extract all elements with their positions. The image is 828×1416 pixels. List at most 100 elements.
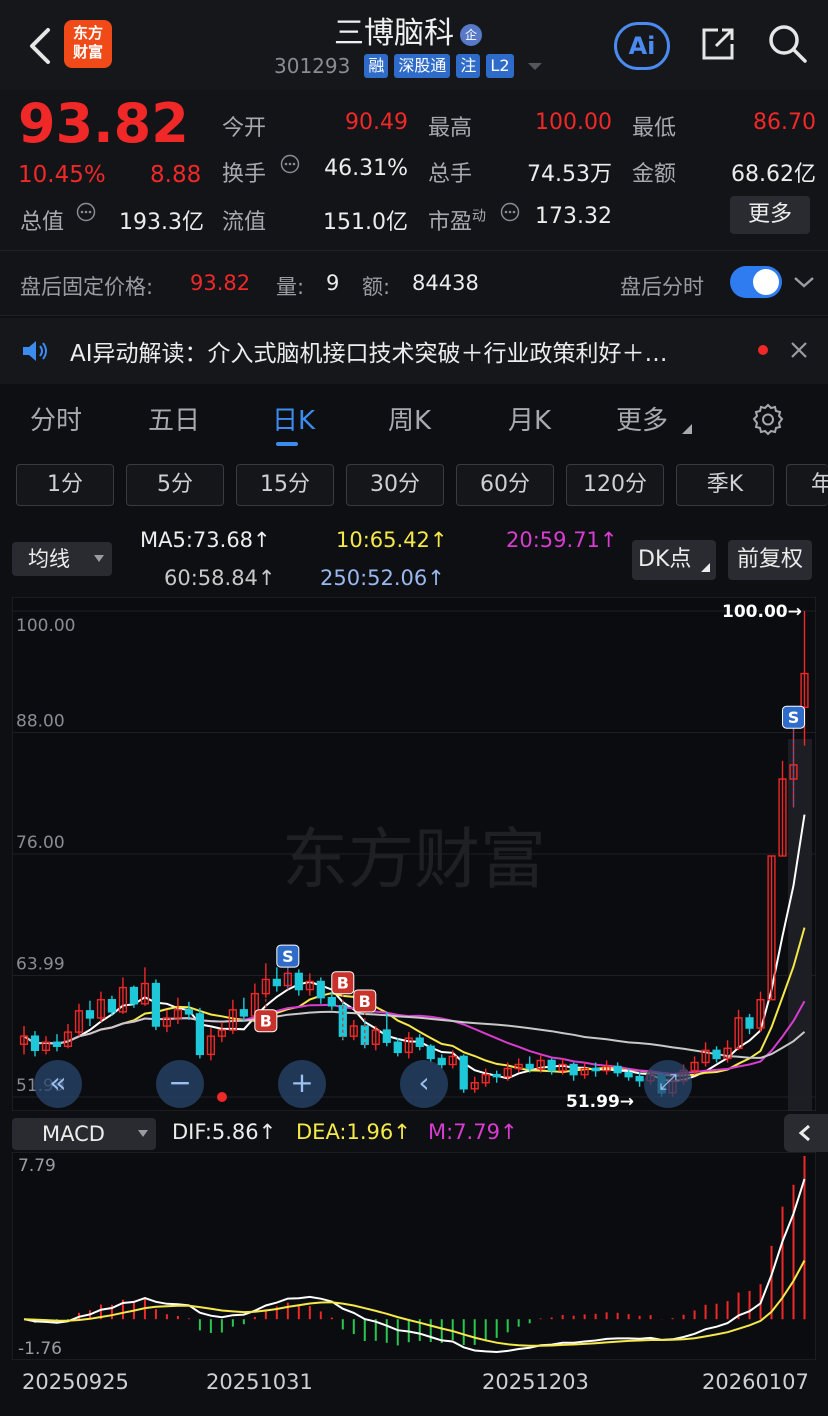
high-marker: 100.00→ <box>722 602 802 622</box>
period-15min[interactable]: 15分 <box>236 464 334 506</box>
volume-value: 74.53万 <box>527 162 612 187</box>
dea-value: DEA:1.96↑ <box>296 1120 411 1144</box>
candle-body <box>426 1045 435 1060</box>
candle-body <box>316 980 325 999</box>
open-label: 今开 <box>222 116 267 141</box>
date-label-2: 20251031 <box>206 1370 313 1394</box>
scroll-left-fast-button[interactable]: « <box>34 1060 82 1108</box>
candle-body <box>492 1073 501 1078</box>
m-value: M:7.79↑ <box>428 1120 518 1144</box>
collapse-panel-button[interactable] <box>784 1114 828 1152</box>
pe-label-sup: 动 <box>472 208 487 225</box>
info-dots-icon[interactable] <box>500 202 520 222</box>
indicator-selector[interactable]: 均线 <box>12 542 112 576</box>
tab-weekly-k[interactable]: 周K <box>388 400 431 437</box>
tab-monthly-k[interactable]: 月K <box>508 400 551 437</box>
candle-body <box>151 982 161 1027</box>
zoom-in-button[interactable]: + <box>278 1060 326 1108</box>
period-year-k[interactable]: 年 <box>786 464 828 506</box>
period-120min[interactable]: 120分 <box>566 464 664 506</box>
candle-body <box>195 1013 204 1056</box>
info-dots-icon[interactable] <box>76 202 96 222</box>
ai-insight-banner[interactable]: AI异动解读：介入式脑机接口技术突破＋行业政策利好＋… <box>0 318 828 384</box>
ma20-value: 20:59.71↑ <box>506 528 618 552</box>
stock-name: 三博脑科 <box>334 16 454 51</box>
after-amt-label: 额: <box>362 275 391 299</box>
after-qty-label: 量: <box>276 275 305 299</box>
open-value: 90.49 <box>345 110 408 135</box>
back-arrow-icon[interactable] <box>22 24 62 68</box>
y-tick-label: 76.00 <box>16 833 65 853</box>
red-dot <box>217 1092 227 1102</box>
after-price-value: 93.82 <box>190 271 251 295</box>
macd-y-bottom: -1.76 <box>18 1339 62 1359</box>
after-qty-value: 9 <box>326 271 340 295</box>
indicator-selector-label: 均线 <box>28 547 70 571</box>
signal-label: B <box>260 1012 272 1031</box>
high-value: 100.00 <box>535 110 612 135</box>
period-5min[interactable]: 5分 <box>126 464 224 506</box>
unread-dot <box>758 345 768 355</box>
info-dots-icon[interactable] <box>280 154 300 174</box>
dk-point-button[interactable]: DK点 <box>632 540 716 580</box>
after-hours-toggle[interactable] <box>730 266 782 298</box>
ma10-value: 10:65.42↑ <box>336 528 448 552</box>
period-30min[interactable]: 30分 <box>346 464 444 506</box>
candle-body <box>239 1009 248 1017</box>
candle-body <box>591 1067 600 1072</box>
stock-code: 301293 <box>274 54 351 78</box>
chevron-down-icon[interactable] <box>526 60 544 72</box>
macd-selector[interactable]: MACD <box>12 1118 156 1150</box>
chevron-down-icon[interactable] <box>792 272 816 292</box>
enterprise-badge-icon: 企 <box>460 23 482 46</box>
tab-daily-k[interactable]: 日K <box>272 400 315 437</box>
signal-label: B <box>359 992 371 1011</box>
period-quarter-k[interactable]: 季K <box>676 464 774 506</box>
active-tab-indicator <box>276 442 298 446</box>
macd-frame <box>12 1152 816 1360</box>
scroll-left-button[interactable]: ‹ <box>400 1060 448 1108</box>
market-cap-value: 193.3亿 <box>119 210 204 235</box>
fullscreen-button[interactable]: ⤢ <box>644 1060 692 1108</box>
share-icon[interactable] <box>698 24 738 64</box>
low-marker: 51.99→ <box>566 1092 634 1111</box>
low-value: 86.70 <box>753 110 816 135</box>
ai-button[interactable]: Ai <box>614 22 670 70</box>
candle-body <box>745 1017 754 1029</box>
candle-body <box>129 986 139 1005</box>
kline-chart[interactable]: 东方财富 100.0088.0076.0063.9951.99 BSBBS 10… <box>12 597 816 1111</box>
adjust-mode-button[interactable]: 前复权 <box>728 540 812 580</box>
date-label-3: 20251203 <box>482 1370 589 1394</box>
turnover-label: 换手 <box>222 162 267 187</box>
tab-more[interactable]: 更多 <box>616 400 668 437</box>
turnover-value: 46.31% <box>324 156 408 181</box>
stock-code-row[interactable]: 301293 融 深股通 注 L2 <box>274 54 544 78</box>
close-icon[interactable] <box>788 339 810 361</box>
period-1min[interactable]: 1分 <box>16 464 114 506</box>
macd-chart[interactable]: 7.79 -1.76 <box>12 1152 816 1360</box>
page-title: 三博脑科企 <box>334 8 482 52</box>
candle-body <box>360 1025 369 1045</box>
tab-timeshare[interactable]: 分时 <box>30 400 82 437</box>
change-amount: 8.88 <box>150 162 202 188</box>
search-icon[interactable] <box>766 22 808 64</box>
more-button[interactable]: 更多 <box>730 196 810 234</box>
date-label-1: 20250925 <box>22 1370 129 1394</box>
candle-body <box>415 1037 424 1047</box>
dif-value: DIF:5.86↑ <box>172 1120 277 1144</box>
pe-value: 173.32 <box>535 204 612 229</box>
ai-insight-text: AI异动解读：介入式脑机接口技术突破＋行业政策利好＋… <box>70 341 668 367</box>
float-cap-label: 流值 <box>222 210 267 235</box>
candle-body <box>85 1010 95 1019</box>
logo-text: 东方 财富 <box>72 24 103 61</box>
tab-five-day[interactable]: 五日 <box>148 400 200 437</box>
triangle-down-icon <box>682 424 692 434</box>
settings-gear-icon[interactable] <box>750 402 786 438</box>
after-timeshare-label: 盘后分时 <box>620 275 704 299</box>
candle-body <box>30 1035 40 1052</box>
candle-body <box>272 978 281 987</box>
candle-body <box>569 1063 578 1076</box>
period-60min[interactable]: 60分 <box>456 464 554 506</box>
zoom-out-button[interactable]: − <box>156 1060 204 1108</box>
candle-body <box>327 996 336 1007</box>
